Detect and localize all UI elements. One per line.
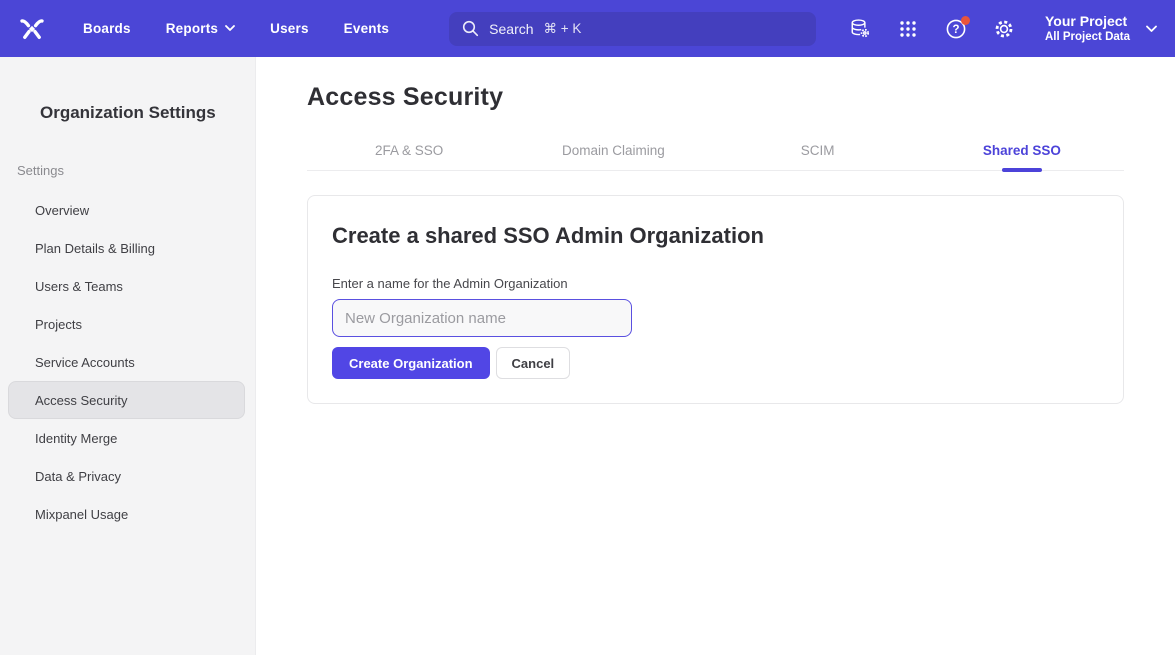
search-placeholder: Search <box>489 21 533 37</box>
org-settings-sidebar: Organization Settings Settings Overview … <box>0 57 256 655</box>
settings-button[interactable] <box>993 18 1015 40</box>
sidebar-item-plan-details-billing[interactable]: Plan Details & Billing <box>8 229 245 267</box>
nav-reports[interactable]: Reports <box>166 21 235 36</box>
notification-dot <box>961 16 970 25</box>
apps-grid-button[interactable] <box>897 18 919 40</box>
project-subtitle: All Project Data <box>1045 30 1130 44</box>
top-navbar: Boards Reports Users Events Search ⌘ + K <box>0 0 1175 57</box>
search-icon <box>462 20 479 37</box>
create-organization-button[interactable]: Create Organization <box>332 347 490 379</box>
chevron-down-icon <box>225 25 235 32</box>
sidebar-item-users-teams[interactable]: Users & Teams <box>8 267 245 305</box>
sidebar-item-access-security[interactable]: Access Security <box>8 381 245 419</box>
nav-events[interactable]: Events <box>344 21 389 36</box>
tab-shared-sso-label: Shared SSO <box>983 143 1061 158</box>
tab-scim[interactable]: SCIM <box>716 143 920 170</box>
tab-2fa-sso[interactable]: 2FA & SSO <box>307 143 511 170</box>
tab-bar: 2FA & SSO Domain Claiming SCIM Shared SS… <box>307 143 1124 171</box>
card-title: Create a shared SSO Admin Organization <box>332 223 1099 249</box>
tab-domain-claiming[interactable]: Domain Claiming <box>511 143 715 170</box>
data-management-button[interactable] <box>849 18 871 40</box>
nav-reports-label: Reports <box>166 21 218 36</box>
mixpanel-logo-icon <box>18 15 46 43</box>
search-shortcut: ⌘ + K <box>544 21 582 37</box>
project-switcher[interactable]: Your Project All Project Data <box>1045 13 1157 45</box>
data-management-icon <box>849 17 871 40</box>
sidebar-section-label: Settings <box>17 163 255 178</box>
search-input[interactable]: Search ⌘ + K <box>449 12 816 46</box>
apps-grid-icon <box>897 18 919 40</box>
sidebar-item-projects[interactable]: Projects <box>8 305 245 343</box>
sidebar-item-mixpanel-usage[interactable]: Mixpanel Usage <box>8 495 245 533</box>
svg-text:?: ? <box>952 24 959 36</box>
cancel-button[interactable]: Cancel <box>496 347 571 379</box>
org-name-label: Enter a name for the Admin Organization <box>332 276 1099 291</box>
navbar-right: ? Your Project All Project Data <box>849 13 1157 45</box>
org-name-input[interactable] <box>332 299 632 337</box>
sidebar-item-identity-merge[interactable]: Identity Merge <box>8 419 245 457</box>
nav-boards[interactable]: Boards <box>83 21 131 36</box>
mixpanel-logo[interactable] <box>0 15 64 43</box>
page-title: Access Security <box>307 83 1124 112</box>
active-tab-underline <box>1002 168 1042 172</box>
main-content: Access Security 2FA & SSO Domain Claimin… <box>256 57 1175 655</box>
sidebar-item-overview[interactable]: Overview <box>8 191 245 229</box>
sidebar-list: Overview Plan Details & Billing Users & … <box>0 191 255 533</box>
gear-icon <box>993 18 1015 40</box>
tab-shared-sso[interactable]: Shared SSO <box>920 143 1124 170</box>
project-text: Your Project All Project Data <box>1045 13 1130 45</box>
nav-users[interactable]: Users <box>270 21 309 36</box>
project-name: Your Project <box>1045 13 1130 31</box>
help-button[interactable]: ? <box>945 18 967 40</box>
chevron-down-icon <box>1146 25 1157 33</box>
sidebar-item-service-accounts[interactable]: Service Accounts <box>8 343 245 381</box>
primary-nav: Boards Reports Users Events <box>83 21 389 36</box>
card-actions: Create Organization Cancel <box>332 347 1099 379</box>
sidebar-item-data-privacy[interactable]: Data & Privacy <box>8 457 245 495</box>
create-shared-sso-card: Create a shared SSO Admin Organization E… <box>307 195 1124 404</box>
sidebar-title: Organization Settings <box>40 103 255 123</box>
